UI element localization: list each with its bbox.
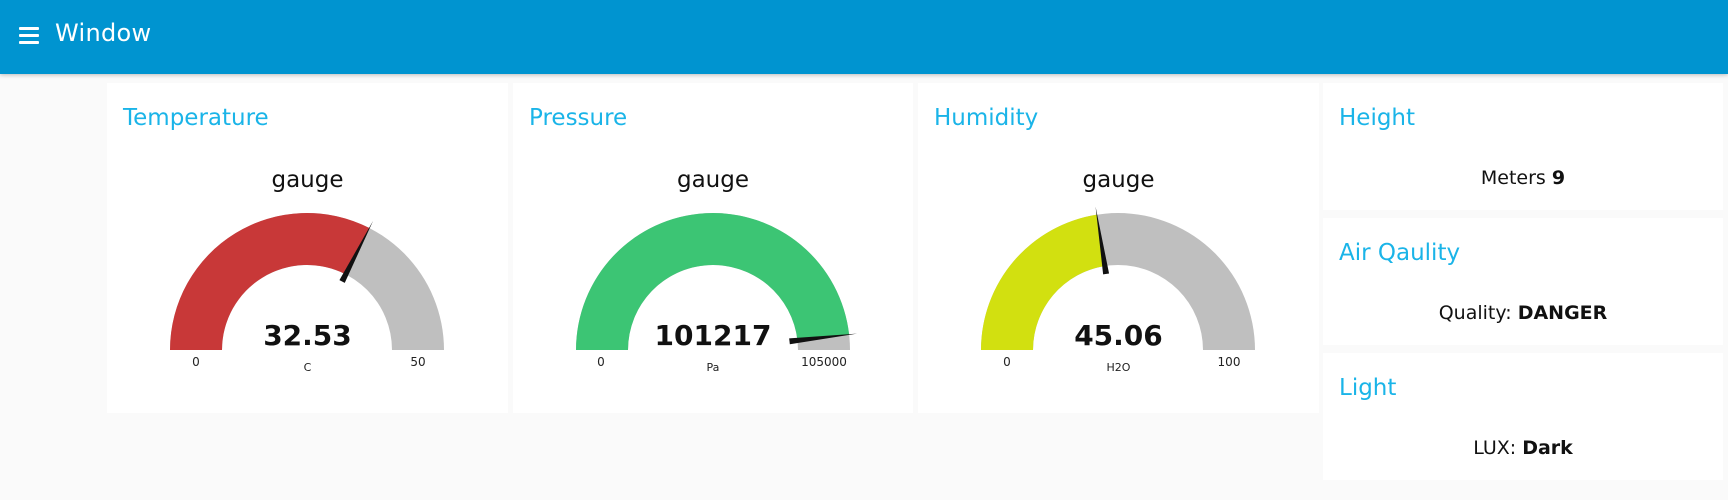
gauge-value: 45.06 <box>1074 319 1163 352</box>
text-label: Meters <box>1480 167 1546 189</box>
text-card-air-quality: Air Qaulity Quality: DANGER <box>1323 218 1723 345</box>
card-title: Light <box>1339 375 1397 401</box>
gauge-card-pressure: Pressure gauge 101217 Pa 0 105000 <box>513 83 913 413</box>
text-row: Meters 9 <box>1323 167 1723 189</box>
gauge-min-label: 0 <box>597 355 605 369</box>
text-label: LUX: <box>1473 437 1517 459</box>
text-value: Dark <box>1522 437 1573 459</box>
text-card-height: Height Meters 9 <box>1323 83 1723 210</box>
gauge-max-label: 100 <box>1217 355 1241 369</box>
gauge-card-temperature: Temperature gauge 32.53 C 0 50 <box>107 83 508 413</box>
gauge-max-label: 105000 <box>801 355 847 369</box>
text-value: DANGER <box>1517 302 1608 324</box>
card-title: Height <box>1339 105 1416 131</box>
text-row: LUX: Dark <box>1323 437 1723 459</box>
text-card-light: Light LUX: Dark <box>1323 353 1723 480</box>
menu-icon[interactable] <box>14 23 46 49</box>
gauge-value: 101217 <box>654 319 772 352</box>
top-bar: Window <box>0 0 1728 74</box>
card-title: Air Qaulity <box>1339 240 1461 266</box>
app-title: Window <box>55 19 152 47</box>
text-value: 9 <box>1551 167 1566 189</box>
text-label: Quality: <box>1438 302 1512 324</box>
gauge-card-humidity: Humidity gauge 45.06 H2O 0 100 <box>918 83 1319 413</box>
text-row: Quality: DANGER <box>1323 302 1723 324</box>
gauge-min-label: 0 <box>192 355 200 369</box>
gauge-max-label: 50 <box>410 355 426 369</box>
gauge-value: 32.53 <box>263 319 352 352</box>
gauge-min-label: 0 <box>1003 355 1011 369</box>
